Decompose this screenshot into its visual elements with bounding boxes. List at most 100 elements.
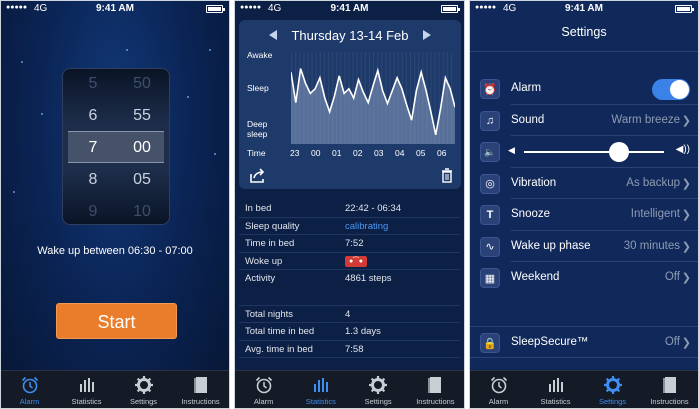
summary-key: Total time in bed (245, 326, 315, 337)
summary-row: Total nights 4 (239, 306, 460, 323)
summary-value: 4 (345, 308, 351, 320)
tab-settings[interactable]: Settings (350, 371, 407, 408)
tab-settings[interactable]: Settings (584, 371, 641, 408)
tab-alarm[interactable]: Alarm (1, 371, 58, 408)
stat-row: Activity 4861 steps (239, 270, 460, 288)
setting-sound[interactable]: ♫ Sound Warm breeze ❯ (470, 105, 698, 136)
next-night-arrow-icon[interactable] (423, 30, 431, 40)
tab-alarm[interactable]: Alarm (235, 371, 292, 408)
hour-option[interactable]: 6 (68, 107, 118, 125)
hour-wheel[interactable]: 5 6 7 8 9 (68, 69, 118, 224)
stat-key: Woke up (245, 255, 283, 267)
x-tick: 01 (332, 148, 342, 158)
chevron-right-icon: ❯ (681, 114, 691, 127)
gear-icon (369, 376, 388, 394)
chevron-right-icon: ❯ (681, 240, 691, 253)
tab-statistics[interactable]: Statistics (527, 371, 584, 408)
gear-icon (603, 376, 622, 394)
setting-alarm[interactable]: ⏰ Alarm (470, 73, 698, 105)
alarm-screen: ●●●●● 4G 9:41 AM 5 6 7 8 9 50 55 00 05 1… (0, 0, 230, 409)
setting-label: Sound (511, 113, 545, 126)
settings-screen: ●●●●● 4G 9:41 AM Settings ⏰ Alarm ♫ Soun… (469, 0, 699, 409)
setting-label: Weekend (511, 271, 560, 283)
nav-divider (470, 51, 698, 52)
hour-option[interactable]: 8 (68, 171, 118, 189)
hour-selected[interactable]: 7 (68, 139, 118, 157)
x-tick: 02 (353, 148, 363, 158)
sleep-quality-link[interactable]: calibrating (345, 221, 388, 232)
bar-chart-icon (313, 378, 328, 392)
setting-value: 30 minutes (623, 239, 680, 252)
stat-row: Woke up ●⁀● (239, 253, 460, 270)
tab-label: Settings (364, 397, 392, 406)
book-icon (428, 377, 442, 393)
minute-option[interactable]: 05 (117, 171, 167, 189)
alarm-clock-icon (21, 376, 38, 394)
volume-slider-track[interactable] (524, 151, 664, 153)
setting-vibration[interactable]: ◎ Vibration As backup ❯ (470, 168, 698, 199)
music-note-icon: ♫ (480, 110, 500, 131)
time-picker[interactable]: 5 6 7 8 9 50 55 00 05 10 (62, 68, 170, 225)
x-axis-title: Time (247, 148, 266, 158)
x-tick: 04 (395, 148, 405, 158)
settings-list: ⏰ Alarm ♫ Sound Warm breeze ❯ 🔈 ◀ ◀)) ◎ … (470, 73, 698, 294)
alarm-toggle[interactable] (652, 79, 690, 100)
page-title: Settings (561, 25, 607, 39)
stat-row: Time in bed 7:52 (239, 235, 460, 253)
tab-statistics[interactable]: Statistics (58, 371, 115, 408)
minute-option[interactable]: 10 (117, 203, 167, 221)
share-icon[interactable] (249, 168, 267, 184)
volume-low-icon: ◀ (508, 145, 515, 155)
wake-window-text: Wake up between 06:30 - 07:00 (37, 245, 193, 257)
stat-value: 7:52 (345, 238, 364, 249)
hour-option[interactable]: 5 (68, 75, 118, 93)
heartbeat-icon: ∿ (480, 236, 500, 257)
setting-sleepsecure[interactable]: 🔒 SleepSecure™ Off ❯ (470, 326, 698, 358)
minute-option[interactable]: 50 (117, 75, 167, 93)
summary-value: 1.3 days (345, 326, 381, 337)
minute-wheel[interactable]: 50 55 00 05 10 (117, 69, 167, 224)
setting-weekend[interactable]: ▦ Weekend Off ❯ (470, 262, 698, 294)
chevron-right-icon: ❯ (681, 209, 691, 221)
chevron-right-icon: ❯ (681, 272, 691, 284)
setting-value: Warm breeze (611, 113, 680, 126)
summary-row: Total time in bed 1.3 days (239, 323, 460, 341)
tab-bar: Alarm Statistics Settings Instructions (1, 370, 229, 408)
bar-chart-icon (548, 378, 563, 392)
tab-label: Instructions (650, 397, 689, 406)
status-time: 9:41 AM (565, 3, 603, 14)
tab-bar: Alarm Statistics Settings Instructions (470, 370, 698, 408)
x-tick: 06 (437, 148, 447, 158)
tab-instructions[interactable]: Instructions (641, 371, 698, 408)
hour-option[interactable]: 9 (68, 203, 118, 221)
setting-snooze[interactable]: T Snooze Intelligent ❯ (470, 199, 698, 231)
summary-key: Avg. time in bed (245, 343, 313, 355)
setting-value: As backup (626, 176, 680, 189)
setting-volume[interactable]: 🔈 ◀ ◀)) (470, 136, 698, 168)
minute-selected[interactable]: 00 (117, 139, 167, 157)
trash-icon[interactable] (441, 168, 453, 183)
minute-option[interactable]: 55 (117, 107, 167, 125)
tab-label: Alarm (19, 397, 40, 406)
woke-up-mood-badge[interactable]: ●⁀● (345, 255, 367, 267)
vibration-icon: ◎ (480, 173, 500, 194)
tab-statistics[interactable]: Statistics (292, 371, 349, 408)
sleep-graph-panel: Thursday 13-14 Feb Awake Sleep Deep slee… (239, 20, 461, 189)
tab-settings[interactable]: Settings (115, 371, 172, 408)
tab-bar: Alarm Statistics Settings Instructions (235, 370, 464, 408)
tab-alarm[interactable]: Alarm (470, 371, 527, 408)
alarm-clock-icon: ⏰ (480, 79, 500, 99)
volume-icon: 🔈 (480, 142, 500, 162)
bar-chart-icon (79, 378, 94, 392)
start-button[interactable]: Start (56, 303, 177, 339)
tab-instructions[interactable]: Instructions (407, 371, 464, 408)
setting-label: Snooze (511, 208, 551, 220)
x-tick: 23 (290, 148, 300, 158)
alarm-clock-icon (255, 376, 272, 394)
setting-wake-phase[interactable]: ∿ Wake up phase 30 minutes ❯ (470, 231, 698, 262)
tab-instructions[interactable]: Instructions (172, 371, 229, 408)
stat-row: In bed 22:42 - 06:34 (239, 200, 460, 218)
status-bar: ●●●●● 4G 9:41 AM (235, 1, 464, 17)
stat-key: In bed (245, 203, 272, 214)
volume-slider-knob[interactable] (609, 142, 630, 162)
